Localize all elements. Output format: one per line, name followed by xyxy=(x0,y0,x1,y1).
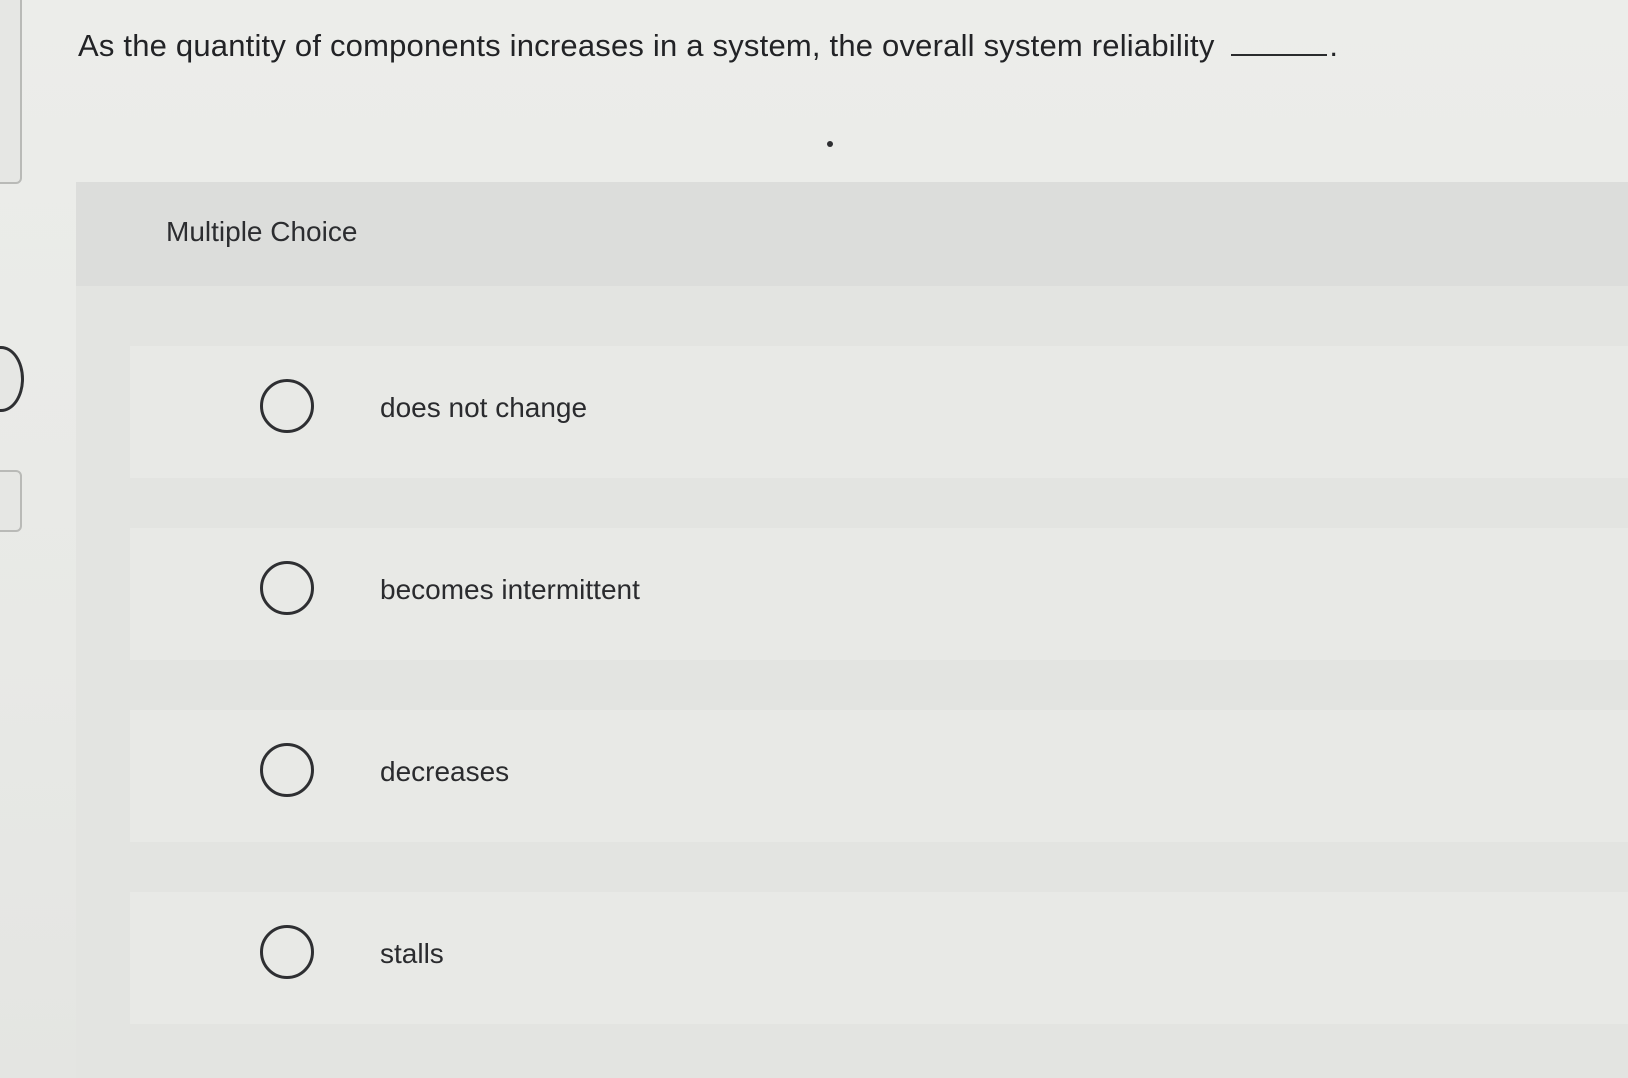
answer-option-4[interactable]: stalls xyxy=(130,892,1628,1024)
answer-option-3[interactable]: decreases xyxy=(130,710,1628,842)
question-prompt: As the quantity of components increases … xyxy=(78,28,1215,63)
question-period: . xyxy=(1329,28,1339,63)
multiple-choice-label: Multiple Choice xyxy=(166,216,358,247)
answer-option-1[interactable]: does not change xyxy=(130,346,1628,478)
answer-blank xyxy=(1231,53,1328,56)
answer-option-label: stalls xyxy=(380,938,444,969)
answer-option-label: becomes intermittent xyxy=(380,574,640,605)
question-text: As the quantity of components increases … xyxy=(78,28,1338,64)
answer-option-2[interactable]: becomes intermittent xyxy=(130,528,1628,660)
radio-button-icon[interactable] xyxy=(260,561,314,615)
radio-button-icon[interactable] xyxy=(260,743,314,797)
radio-button-icon[interactable] xyxy=(260,379,314,433)
quiz-page: As the quantity of components increases … xyxy=(0,0,1628,1078)
panel-header: Multiple Choice xyxy=(76,182,1628,286)
screen-speck xyxy=(827,141,833,147)
left-edge-handle[interactable] xyxy=(0,346,24,412)
left-edge-tab[interactable] xyxy=(0,470,22,532)
answer-option-label: does not change xyxy=(380,392,588,423)
multiple-choice-panel: Multiple Choice does not change becomes … xyxy=(76,182,1628,1078)
radio-button-icon[interactable] xyxy=(260,925,314,979)
answer-option-label: decreases xyxy=(380,756,510,787)
left-edge-panel xyxy=(0,0,22,184)
